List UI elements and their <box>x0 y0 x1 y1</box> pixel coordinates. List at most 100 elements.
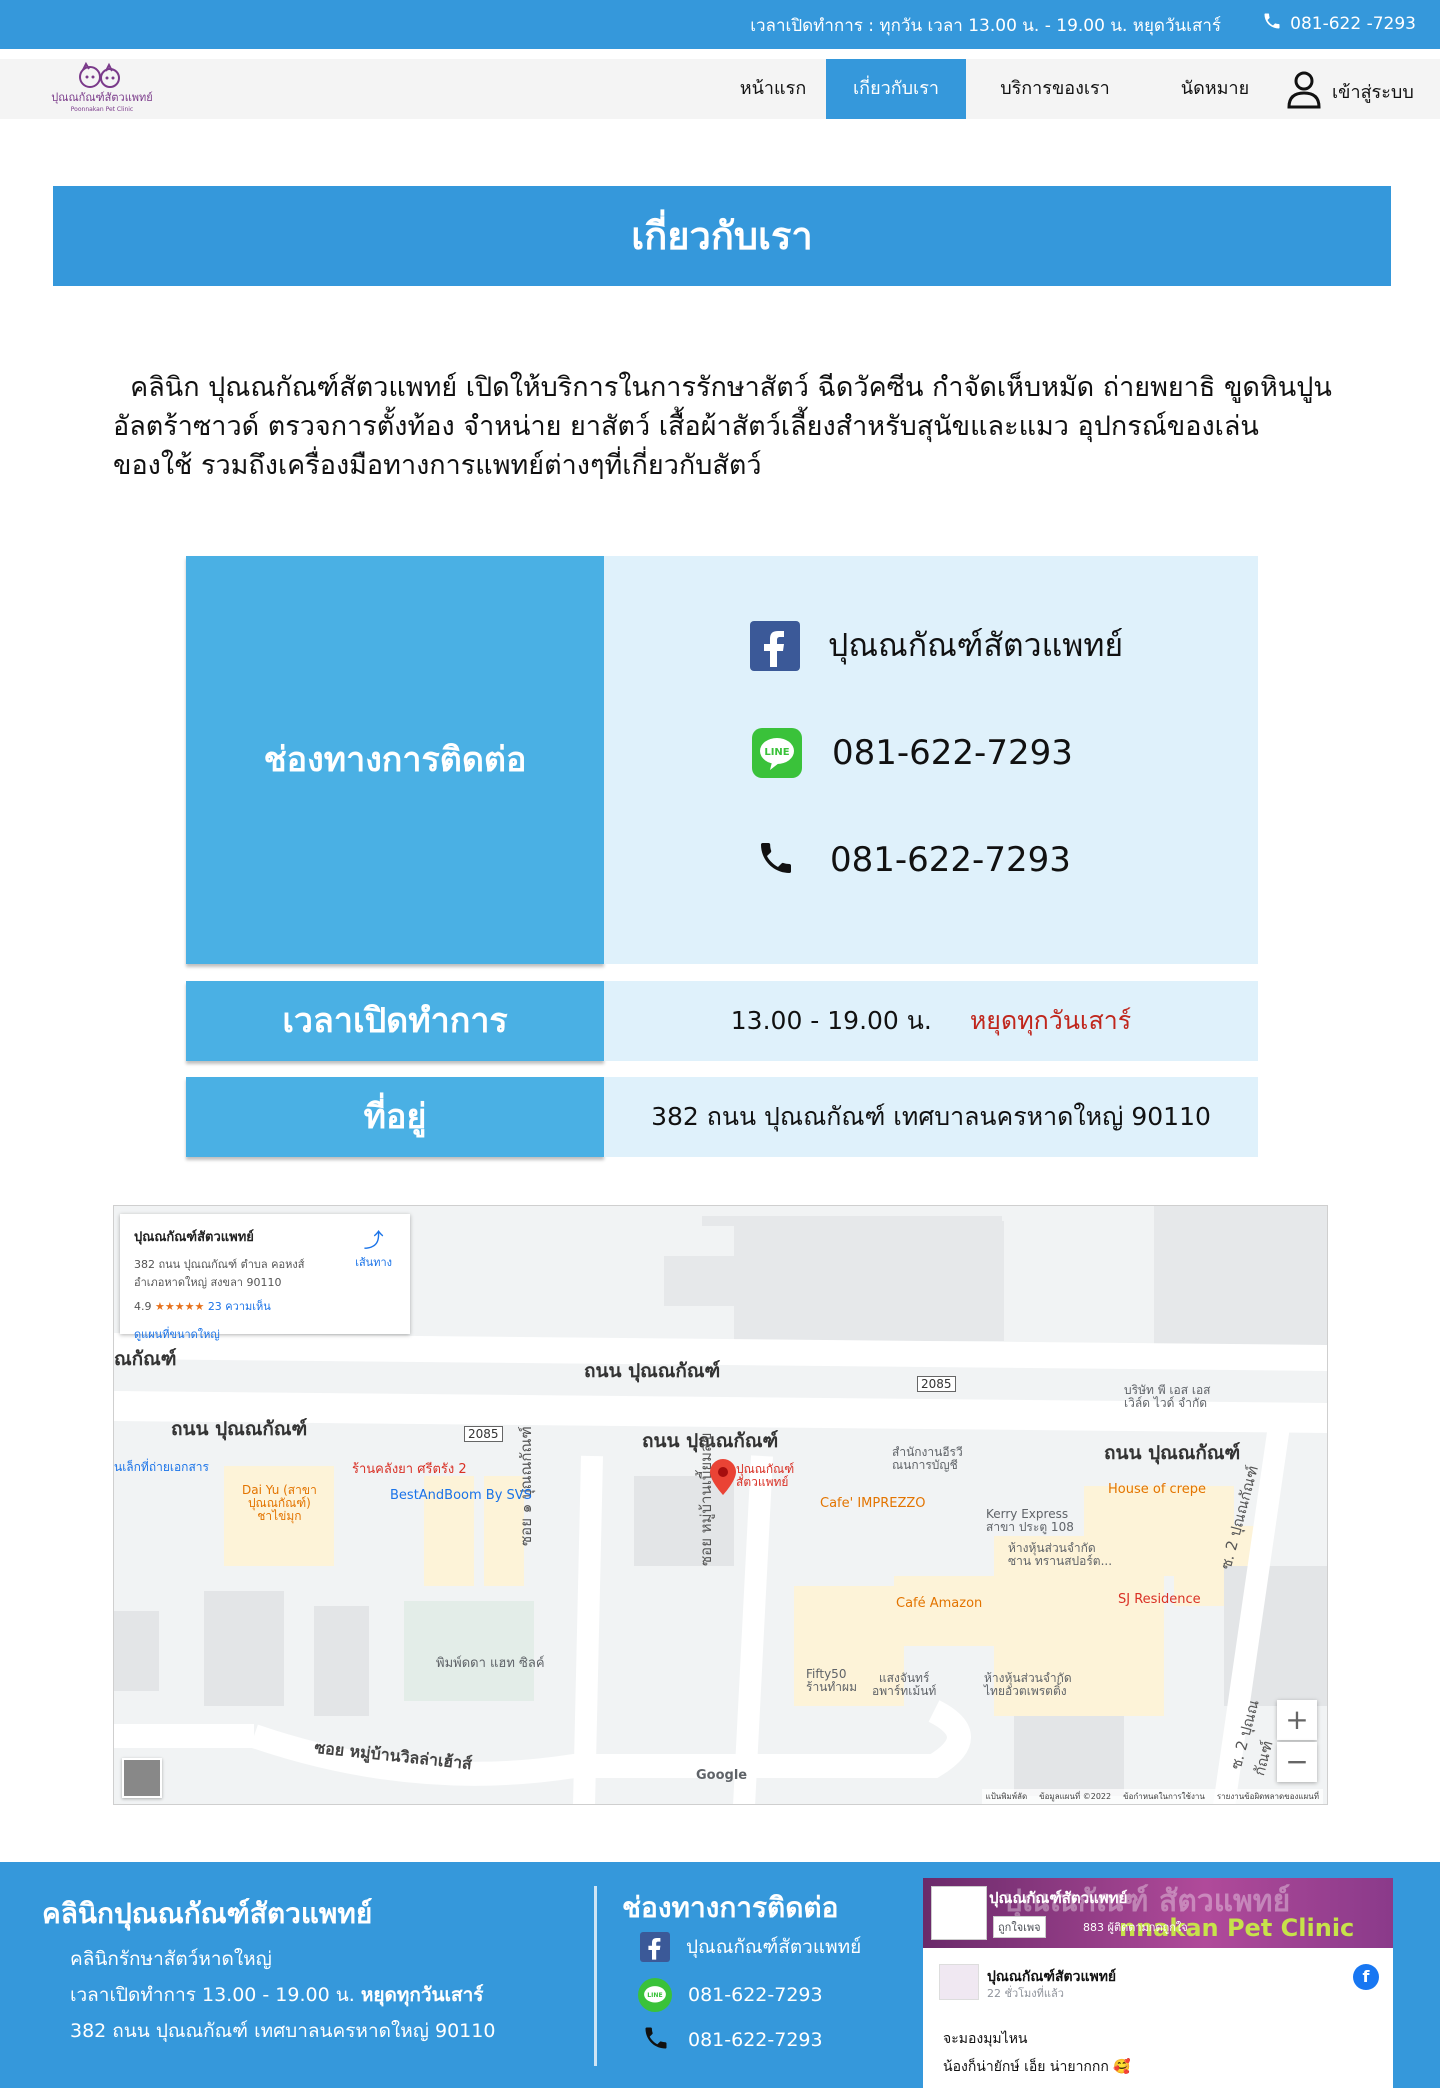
nav-services[interactable]: บริการของเรา <box>984 59 1126 119</box>
facebook-page-embed[interactable]: ปุณณกัณฑ์ สัตวแพทย์ nnakan Pet Clinic ปุ… <box>923 1878 1393 2088</box>
map-place-label[interactable]: Kerry Express สาขา ประตู 108 <box>986 1508 1074 1534</box>
map-place-label[interactable]: House of crepe <box>1108 1482 1206 1497</box>
map-place-name: Fifty50 <box>806 1667 847 1681</box>
map-place-label[interactable]: พิมพ์ดดา แฮท ซิลค์ <box>436 1652 545 1673</box>
footer-hours-text: เวลาเปิดทำการ 13.00 - 19.00 น. <box>70 1984 355 2006</box>
footer-divider <box>594 1886 597 2066</box>
facebook-icon <box>640 1932 670 1962</box>
hours-value: 13.00 - 19.00 น. หยุดทุกวันเสาร์ <box>604 981 1258 1061</box>
fb-post-text: จะมองมุมไหน <box>943 2031 1028 2047</box>
fb-page-name[interactable]: ปุณณกัณฑ์สัตวแพทย์ <box>989 1886 1127 1910</box>
map-card-rating: 4.9 <box>134 1300 152 1313</box>
street-view-thumbnail[interactable] <box>122 1758 162 1798</box>
facebook-contact[interactable]: ปุณณกัณฑ์สัตวแพทย์ <box>604 620 1258 671</box>
map-place-name: เวิล์ด ไวด์ จำกัด <box>1124 1396 1208 1410</box>
map-place-name: แสงจันทร์ <box>878 1671 930 1685</box>
top-phone-number: 081-622 -7293 <box>1290 13 1416 34</box>
phone-icon <box>642 2024 670 2056</box>
map-place-label[interactable]: BestAndBoom By SVS <box>390 1488 532 1503</box>
map-footer-link: ข้อมูลแผนที่ ©2022 <box>1039 1792 1112 1801</box>
map-place-name: สัตวแพทย์ <box>736 1475 789 1489</box>
address-heading: ที่อยู่ <box>186 1077 604 1157</box>
google-logo: Google <box>696 1768 748 1783</box>
map-footer-link[interactable]: ข้อกำหนดในการใช้งาน <box>1123 1790 1205 1803</box>
map-place-name: ซาน ทรานสปอร์ต... <box>1008 1554 1113 1568</box>
footer-phone-number: 081-622-7293 <box>688 2029 823 2051</box>
hours-heading: เวลาเปิดทำการ <box>186 981 604 1061</box>
footer-phone[interactable]: 081-622-7293 <box>642 2024 823 2056</box>
map-place-name: ณนการบัญชี <box>892 1458 958 1472</box>
footer-tagline: คลินิกรักษาสัตว์หาดใหญ่ <box>70 1948 272 1970</box>
map-place-label[interactable]: Cafe' IMPREZZO <box>820 1496 926 1511</box>
map-place-card: ปุณณกัณฑ์สัตวแพทย์ 382 ถนน ปุณณกัณฑ์ ตำบ… <box>120 1214 410 1341</box>
map-place-label[interactable]: ห้างหุ้นส่วนจำกัด ไทยอัวตเพรตติ้ง <box>984 1672 1072 1698</box>
map-place-label[interactable]: นเล็กที่ถ่ายเอกสาร <box>114 1458 209 1477</box>
phone-contact[interactable]: 081-622-7293 <box>604 838 1258 882</box>
map-footer-link[interactable]: แป้นพิมพ์ลัด <box>986 1790 1028 1803</box>
zoom-in-button[interactable]: + <box>1277 1700 1317 1740</box>
embedded-map[interactable]: ปุณณกัณฑ์สัตวแพทย์ 382 ถนน ปุณณกัณฑ์ ตำบ… <box>113 1205 1328 1805</box>
facebook-icon <box>750 620 800 671</box>
footer-facebook[interactable]: ปุณณกัณฑ์สัตวแพทย์ <box>640 1932 861 1962</box>
map-place-label[interactable]: สำนักงานอีรวี ณนการบัญชี <box>892 1446 963 1472</box>
map-place-name: ห้างหุ้นส่วนจำกัด <box>1008 1541 1096 1555</box>
map-place-name: ไทยอัวตเพรตติ้ง <box>984 1684 1067 1698</box>
map-place-label[interactable]: SJ Residence <box>1118 1592 1201 1607</box>
map-card-reviews[interactable]: 23 ความเห็น <box>208 1300 271 1313</box>
nav-appointment[interactable]: นัดหมาย <box>1164 59 1266 119</box>
map-place-name: ปุณณกัณฑ์) <box>247 1496 311 1510</box>
map-place-label[interactable]: Café Amazon <box>896 1596 982 1611</box>
intro-text: คลินิก ปุณณกัณฑ์สัตวแพทย์ เปิดให้บริการใ… <box>113 372 1332 481</box>
map-place-label[interactable]: ห้างหุ้นส่วนจำกัด ซาน ทรานสปอร์ต... <box>1008 1542 1112 1568</box>
directions-icon: ⤴ <box>363 1228 384 1252</box>
fb-post-text: น้องก็น่ายักษ์ เอ็ย น่ายากกก 🥰 <box>943 2059 1131 2075</box>
clinic-logo[interactable]: ปุณณกัณฑ์สัตวแพทย์ Poonnakan Pet Clinic <box>50 61 154 115</box>
map-road-label: ถนน ปุณณกัณฑ์ <box>1104 1442 1241 1464</box>
map-place-name: Kerry Express <box>986 1507 1069 1521</box>
footer-line-id: 081-622-7293 <box>688 1984 823 2006</box>
map-place-label[interactable]: ปุณณกัณฑ์ สัตวแพทย์ <box>736 1463 794 1489</box>
hours-time: 13.00 - 19.00 น. <box>730 1006 932 1035</box>
facebook-name: ปุณณกัณฑ์สัตวแพทย์ <box>828 626 1124 664</box>
map-footer-link[interactable]: รายงานข้อผิดพลาดของแผนที่ <box>1217 1790 1319 1803</box>
map-place-label[interactable]: ร้านคลังยา ศรีตรัง 2 <box>352 1458 467 1479</box>
map-place-label[interactable]: Dai Yu (สาขา ปุณณกัณฑ์) ชาไข่มุก <box>242 1484 317 1523</box>
login-button[interactable]: เข้าสู่ระบบ <box>1286 69 1414 113</box>
footer-closed-day: หยุดทุกวันเสาร์ <box>360 1984 484 2006</box>
footer-line[interactable]: LINE 081-622-7293 <box>638 1978 823 2012</box>
footer-contact-title: ช่องทางการติดต่อ <box>622 1891 839 1924</box>
fb-post-avatar <box>939 1964 979 2000</box>
map-side-road-label: ซอย ๑ ปุณณกัณฑ์ <box>517 1426 535 1546</box>
map-place-label[interactable]: บริษัท พี เอส เอส เวิล์ด ไวด์ จำกัด <box>1124 1384 1211 1410</box>
top-phone[interactable]: 081-622 -7293 <box>1262 11 1416 36</box>
fb-like-button[interactable]: ถูกใจเพจ <box>993 1916 1046 1938</box>
map-place-name: บริษัท พี เอส เอส <box>1124 1383 1211 1397</box>
fb-page-avatar <box>931 1886 987 1940</box>
top-info-bar: เวลาเปิดทำการ : ทุกวัน เวลา 13.00 น. - 1… <box>0 0 1440 49</box>
map-place-name: ปุณณกัณฑ์ <box>736 1462 795 1476</box>
page-title: เกี่ยวกับเรา <box>53 186 1391 286</box>
map-place-label[interactable]: Fifty50 ร้านทำผม <box>806 1668 857 1694</box>
main-nav: ปุณณกัณฑ์สัตวแพทย์ Poonnakan Pet Clinic … <box>0 59 1440 119</box>
logo-text: ปุณณกัณฑ์สัตวแพทย์ <box>51 91 152 104</box>
fb-post-time: 22 ชั่วโมงที่แล้ว <box>987 1987 1064 2000</box>
address-value: 382 ถนน ปุณณกัณฑ์ เทศบาลนครหาดใหญ่ 90110 <box>604 1077 1258 1157</box>
phone-number: 081-622-7293 <box>830 840 1071 880</box>
directions-label: เส้นทาง <box>355 1256 392 1269</box>
map-place-name: สำนักงานอีรวี <box>892 1445 963 1459</box>
nav-about[interactable]: เกี่ยวกับเรา <box>826 59 966 119</box>
map-road-label: ถนน ปุณณกัณฑ์ <box>171 1418 308 1440</box>
phone-icon <box>1262 11 1282 36</box>
map-directions-button[interactable]: ⤴ เส้นทาง <box>355 1224 392 1271</box>
nav-home[interactable]: หน้าแรก <box>724 59 822 119</box>
user-icon <box>1286 69 1322 113</box>
line-contact[interactable]: LINE 081-622-7293 <box>604 728 1258 778</box>
zoom-out-button[interactable]: − <box>1277 1742 1317 1782</box>
map-card-stars: ★★★★★ <box>155 1300 205 1313</box>
map-place-label[interactable]: แสงจันทร์ อพาร์ทเม้นท์ <box>872 1672 936 1698</box>
contact-channels: ปุณณกัณฑ์สัตวแพทย์ LINE 081-622-7293 081… <box>604 556 1258 964</box>
opening-hours-text: เวลาเปิดทำการ : ทุกวัน เวลา 13.00 น. - 1… <box>750 16 1221 36</box>
hours-closed: หยุดทุกวันเสาร์ <box>969 1006 1132 1035</box>
contact-heading: ช่องทางการติดต่อ <box>186 556 604 964</box>
map-larger-link[interactable]: ดูแผนที่ขนาดใหญ่ <box>134 1325 396 1343</box>
